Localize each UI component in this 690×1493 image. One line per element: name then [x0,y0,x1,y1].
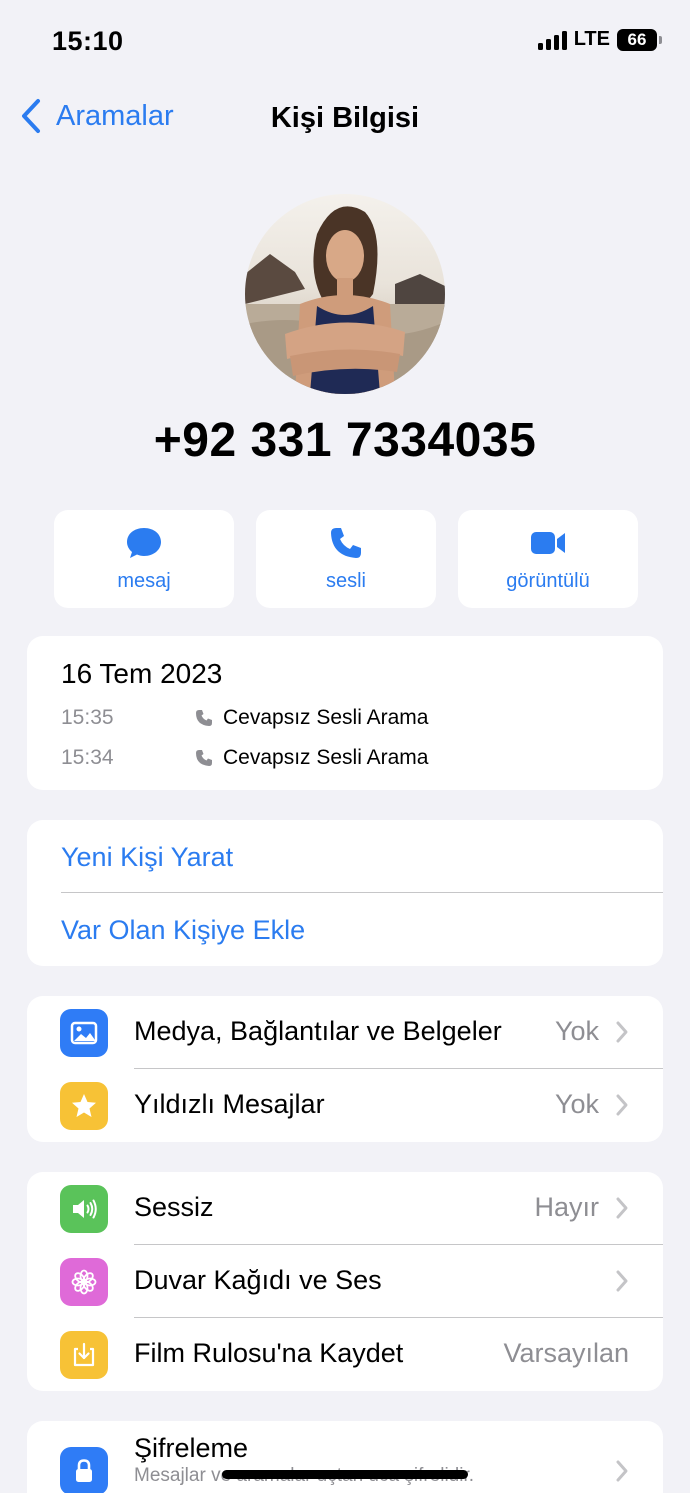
call-history-card: 16 Tem 2023 15:35 Cevapsız Sesli Arama 1… [27,636,663,790]
contact-avatar[interactable] [245,194,445,394]
navigation-bar: Aramalar Kişi Bilgisi [0,84,690,150]
phone-icon [196,750,212,766]
add-to-existing-contact-button[interactable]: Var Olan Kişiye Ekle [61,915,305,946]
call-entry: 15:34 Cevapsız Sesli Arama [61,746,428,770]
message-button[interactable]: mesaj [54,510,234,608]
row-label: Yıldızlı Mesajlar [134,1089,325,1119]
row-value: Yok [554,1089,599,1119]
home-indicator[interactable] [222,1470,468,1479]
contact-phone-number: +92 331 7334035 [153,414,537,467]
network-type: LTE [573,28,610,50]
message-bubble-icon [127,527,161,558]
status-time: 15:10 [52,26,124,56]
chevron-right-icon [616,1460,628,1482]
row-value: Varsayılan [503,1338,629,1368]
row-label: Film Rulosu'na Kaydet [134,1338,404,1368]
save-to-camera-roll-row[interactable]: Film Rulosu'na Kaydet Varsayılan [27,1318,663,1391]
call-type: Cevapsız Sesli Arama [195,706,428,730]
row-label: Medya, Bağlantılar ve Belgeler [134,1016,502,1046]
video-call-button-label: görüntülü [506,569,590,592]
battery-icon: 66 [617,28,662,51]
call-time: 15:35 [61,706,114,729]
phone-icon [196,710,212,726]
call-time: 15:34 [61,746,114,769]
row-label: Duvar Kağıdı ve Ses [134,1265,382,1295]
star-icon [60,1082,108,1130]
row-value: Yok [554,1016,599,1046]
speaker-icon [60,1185,108,1233]
signal-icon [537,30,567,50]
video-call-button[interactable]: görüntülü [458,510,638,608]
create-contact-button[interactable]: Yeni Kişi Yarat [61,842,233,873]
chevron-right-icon [616,1021,628,1043]
status-indicators: LTE 66 [537,28,662,51]
row-label: Sessiz [134,1192,214,1222]
battery-level: 66 [617,28,657,51]
settings-card: Sessiz Hayır Duvar Kağıdı ve Ses Film Ru… [27,1172,663,1391]
media-card: Medya, Bağlantılar ve Belgeler Yok Yıldı… [27,996,663,1142]
quick-actions: mesaj sesli görüntülü [54,510,638,608]
chevron-right-icon [616,1094,628,1116]
call-type: Cevapsız Sesli Arama [195,746,428,770]
status-bar: 15:10 LTE 66 [0,0,690,84]
encryption-card[interactable]: Şifreleme Mesajlar ve aramalar uçtan uca… [27,1421,663,1493]
save-download-icon [60,1331,108,1379]
chevron-right-icon [616,1197,628,1219]
video-camera-icon [531,531,565,554]
message-button-label: mesaj [117,569,171,592]
chevron-right-icon [616,1270,628,1292]
voice-call-button[interactable]: sesli [256,510,436,608]
media-links-docs-row[interactable]: Medya, Bağlantılar ve Belgeler Yok [27,996,663,1069]
photo-icon [60,1009,108,1057]
call-type-label: Cevapsız Sesli Arama [223,706,429,729]
page-title: Kişi Bilgisi [270,102,420,134]
call-type-label: Cevapsız Sesli Arama [223,746,429,769]
flower-icon [60,1258,108,1306]
encryption-title: Şifreleme [134,1433,249,1463]
divider [61,892,663,893]
call-entry: 15:35 Cevapsız Sesli Arama [61,706,428,730]
avatar-photo [245,194,445,394]
wallpaper-sound-row[interactable]: Duvar Kağıdı ve Ses [27,1245,663,1318]
phone-icon [331,527,361,558]
lock-icon [60,1447,108,1493]
contact-actions-card: Yeni Kişi Yarat Var Olan Kişiye Ekle [27,820,663,966]
row-value: Hayır [534,1192,599,1222]
starred-messages-row[interactable]: Yıldızlı Mesajlar Yok [27,1069,663,1142]
call-history-date: 16 Tem 2023 [61,658,223,689]
voice-call-button-label: sesli [325,569,366,592]
mute-row[interactable]: Sessiz Hayır [27,1172,663,1245]
